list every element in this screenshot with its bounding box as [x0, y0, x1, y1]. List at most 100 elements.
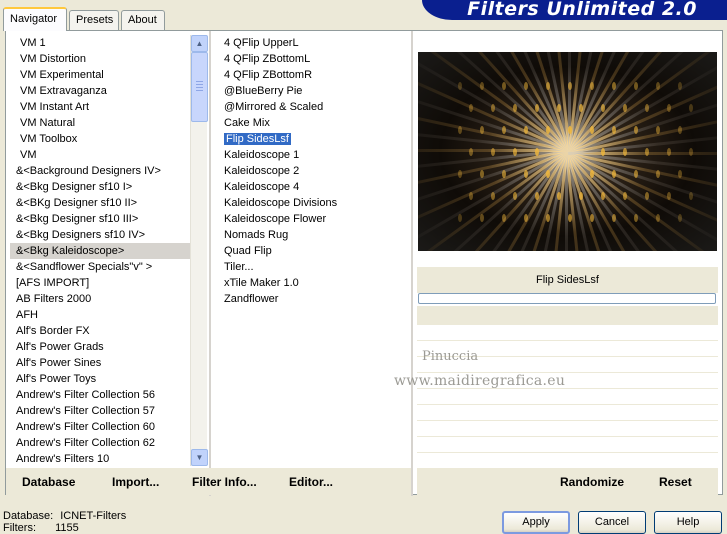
- cancel-button[interactable]: Cancel: [578, 511, 646, 534]
- light-dot: [678, 170, 682, 178]
- randomize-button[interactable]: Randomize: [560, 475, 624, 489]
- category-item[interactable]: VM Toolbox: [10, 131, 190, 147]
- category-item[interactable]: AB Filters 2000: [10, 291, 190, 307]
- category-item[interactable]: Alf's Power Toys: [10, 371, 190, 387]
- category-item[interactable]: VM: [10, 147, 190, 163]
- category-item[interactable]: Alf's Power Sines: [10, 355, 190, 371]
- light-dot: [579, 192, 583, 200]
- preview-image: [418, 52, 717, 251]
- light-dot: [546, 126, 550, 134]
- light-dot: [678, 82, 682, 90]
- light-dot: [546, 170, 550, 178]
- light-dot: [480, 82, 484, 90]
- light-dot: [689, 104, 693, 112]
- filter-item-label: 4 QFlip UpperL: [224, 37, 299, 49]
- filter-item-label: Quad Flip: [224, 245, 272, 257]
- scroll-thumb[interactable]: [191, 52, 208, 122]
- light-dot: [524, 214, 528, 222]
- filter-item[interactable]: @Mirrored & Scaled: [221, 99, 406, 115]
- light-dot: [491, 192, 495, 200]
- category-item[interactable]: Andrew's Filters 10: [10, 451, 190, 466]
- category-item[interactable]: [AFS IMPORT]: [10, 275, 190, 291]
- category-item[interactable]: VM Distortion: [10, 51, 190, 67]
- tab-bar: Navigator Presets About: [0, 0, 420, 31]
- database-button[interactable]: Database: [22, 475, 75, 489]
- light-dot: [667, 148, 671, 156]
- filter-item-label: 4 QFlip ZBottomL: [224, 53, 311, 65]
- editor-button[interactable]: Editor...: [289, 475, 333, 489]
- category-item[interactable]: VM Natural: [10, 115, 190, 131]
- filter-item-label: Nomads Rug: [224, 229, 289, 241]
- filter-item[interactable]: Kaleidoscope 1: [221, 147, 406, 163]
- tab-presets[interactable]: Presets: [69, 10, 119, 30]
- category-item[interactable]: AFH: [10, 307, 190, 323]
- filters-count: 1155: [55, 522, 79, 534]
- filter-item[interactable]: Cake Mix: [221, 115, 406, 131]
- category-item[interactable]: &<Sandflower Specials"v" >: [10, 259, 190, 275]
- filter-item[interactable]: 4 QFlip ZBottomR: [221, 67, 406, 83]
- preview-filter-name: Flip SidesLsf: [417, 267, 718, 293]
- category-item[interactable]: &<Bkg Designer sf10 I>: [10, 179, 190, 195]
- filters-info: Filters: 1155: [3, 522, 79, 534]
- light-dot: [480, 214, 484, 222]
- filter-item[interactable]: Tiler...: [221, 259, 406, 275]
- filter-item[interactable]: 4 QFlip ZBottomL: [221, 51, 406, 67]
- category-item[interactable]: &<Background Designers IV>: [10, 163, 190, 179]
- tab-navigator[interactable]: Navigator: [3, 7, 67, 31]
- category-item[interactable]: VM Experimental: [10, 67, 190, 83]
- filter-item[interactable]: Quad Flip: [221, 243, 406, 259]
- filter-item[interactable]: Flip SidesLsf: [221, 131, 406, 147]
- category-item[interactable]: VM Extravaganza: [10, 83, 190, 99]
- category-item[interactable]: &<Bkg Designer sf10 III>: [10, 211, 190, 227]
- category-item[interactable]: Andrew's Filter Collection 57: [10, 403, 190, 419]
- progress-bar: [418, 293, 716, 304]
- filter-item[interactable]: xTile Maker 1.0: [221, 275, 406, 291]
- category-item[interactable]: &<BKg Designer sf10 II>: [10, 195, 190, 211]
- title-banner: Filters Unlimited 2.0: [422, 0, 727, 20]
- light-dot: [491, 104, 495, 112]
- category-list[interactable]: VM 1 VM Distortion VM Experimental VM Extra…: [10, 35, 190, 466]
- filter-item-label: xTile Maker 1.0: [224, 277, 299, 289]
- light-dot: [667, 192, 671, 200]
- light-dot: [590, 82, 594, 90]
- apply-button[interactable]: Apply: [502, 511, 570, 534]
- filter-item[interactable]: Kaleidoscope Divisions: [221, 195, 406, 211]
- category-item[interactable]: &<Bkg Kaleidoscope>: [10, 243, 190, 259]
- filter-item[interactable]: Kaleidoscope 2: [221, 163, 406, 179]
- filter-item[interactable]: Nomads Rug: [221, 227, 406, 243]
- filter-item-label: Kaleidoscope 2: [224, 165, 300, 177]
- category-item[interactable]: VM 1: [10, 35, 190, 51]
- filter-item-label: Kaleidoscope 1: [224, 149, 300, 161]
- reset-button[interactable]: Reset: [659, 475, 692, 489]
- filter-list[interactable]: 4 QFlip UpperL 4 QFlip ZBottomL 4 QFlip ZB…: [221, 35, 406, 466]
- light-dot: [612, 170, 616, 178]
- light-dot: [634, 214, 638, 222]
- light-dot: [612, 82, 616, 90]
- category-item[interactable]: Andrew's Filter Collection 62: [10, 435, 190, 451]
- help-button[interactable]: Help: [654, 511, 722, 534]
- light-dot: [623, 148, 627, 156]
- filter-item[interactable]: 4 QFlip UpperL: [221, 35, 406, 51]
- category-item[interactable]: Alf's Power Grads: [10, 339, 190, 355]
- filter-item-label: Tiler...: [224, 261, 254, 273]
- category-item[interactable]: &<Bkg Designers sf10 IV>: [10, 227, 190, 243]
- light-dot: [458, 214, 462, 222]
- light-dot: [502, 126, 506, 134]
- filter-item[interactable]: Kaleidoscope Flower: [221, 211, 406, 227]
- category-item[interactable]: VM Instant Art: [10, 99, 190, 115]
- scroll-up-button[interactable]: ▲: [191, 35, 208, 52]
- category-item[interactable]: Alf's Border FX: [10, 323, 190, 339]
- scroll-down-button[interactable]: ▼: [191, 449, 208, 466]
- filter-item[interactable]: Kaleidoscope 4: [221, 179, 406, 195]
- category-scrollbar[interactable]: ▲ ▼: [190, 35, 208, 466]
- filter-item[interactable]: @BlueBerry Pie: [221, 83, 406, 99]
- filter-info-button[interactable]: Filter Info...: [192, 475, 257, 489]
- import-button[interactable]: Import...: [112, 475, 159, 489]
- category-item[interactable]: Andrew's Filter Collection 60: [10, 419, 190, 435]
- tab-about[interactable]: About: [121, 10, 165, 30]
- category-item[interactable]: Andrew's Filter Collection 56: [10, 387, 190, 403]
- filter-item[interactable]: Zandflower: [221, 291, 406, 307]
- light-dot: [469, 104, 473, 112]
- light-dot: [502, 214, 506, 222]
- light-dot: [535, 148, 539, 156]
